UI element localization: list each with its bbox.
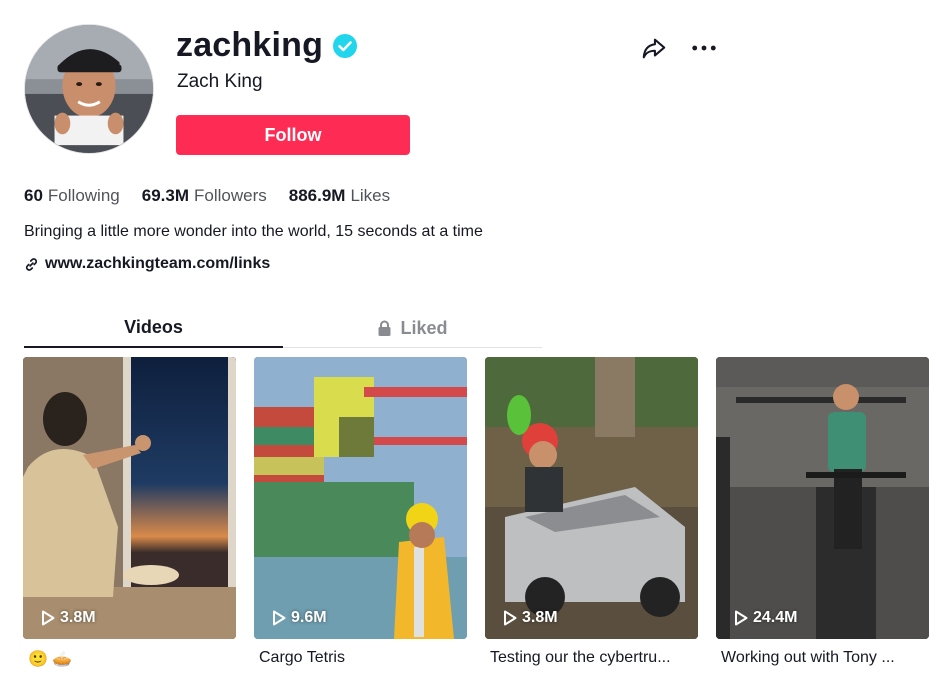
followers-stat[interactable]: 69.3M Followers [142,186,267,206]
video-caption[interactable]: Working out with Tony ... [716,649,929,667]
video-caption[interactable]: 🙂 🥧 [23,649,236,669]
video-thumbnail[interactable]: 9.6M [254,357,467,639]
profile-bio: Bringing a little more wonder into the w… [24,223,483,240]
follow-button[interactable]: Follow [176,115,410,155]
play-icon [42,610,55,626]
following-stat[interactable]: 60 Following [24,186,120,206]
profile-avatar[interactable] [24,24,154,154]
video-caption[interactable]: Testing our the cybertru... [485,649,698,667]
video-card[interactable]: 9.6M Cargo Tetris [254,357,467,669]
likes-count: 886.9M [288,186,346,205]
followers-label: Followers [193,186,267,205]
tab-videos-label: Videos [124,316,183,337]
following-label: Following [47,186,120,205]
tab-liked[interactable]: Liked [283,308,542,348]
video-thumbnail[interactable]: 24.4M [716,357,929,639]
lock-icon [378,320,391,336]
profile-stats: 60 Following 69.3M Followers 886.9M Likes [24,186,390,206]
video-views-count: 9.6M [291,609,327,626]
video-views: 24.4M [734,609,797,627]
profile-display-name: Zach King [177,71,263,92]
likes-stat: 886.9M Likes [289,186,390,206]
verified-badge-icon [333,33,358,58]
video-thumbnail[interactable]: 3.8M [485,357,698,639]
video-caption[interactable]: Cargo Tetris [254,649,467,667]
following-count: 60 [24,186,43,205]
video-views: 3.8M [503,609,558,627]
link-icon [25,257,38,271]
video-views-count: 24.4M [753,609,798,626]
video-card[interactable]: 3.8M 🙂 🥧 [23,357,236,669]
video-card[interactable]: 24.4M Working out with Tony ... [716,357,929,669]
video-thumbnail[interactable]: 3.8M [23,357,236,639]
video-views-count: 3.8M [60,609,96,626]
tab-liked-label: Liked [400,317,448,338]
likes-label: Likes [350,186,391,205]
video-views-count: 3.8M [522,609,558,626]
tab-videos[interactable]: Videos [24,308,283,348]
profile-link-text: www.zachkingteam.com/links [45,255,271,272]
share-icon[interactable] [640,34,668,62]
profile-tabs: Videos Liked [24,308,542,348]
profile-link[interactable]: www.zachkingteam.com/links [24,255,270,273]
profile-username: zachking [176,26,324,64]
play-icon [504,610,517,626]
followers-count: 69.3M [141,186,189,205]
video-card[interactable]: 3.8M Testing our the cybertru... [485,357,698,669]
play-icon [273,610,286,626]
more-options-icon[interactable] [690,34,718,62]
play-icon [735,610,748,626]
video-views: 3.8M [41,609,96,627]
video-grid: 3.8M 🙂 🥧 9.6M Cargo Tetris 3.8M Testing … [23,357,929,669]
video-views: 9.6M [272,609,327,627]
